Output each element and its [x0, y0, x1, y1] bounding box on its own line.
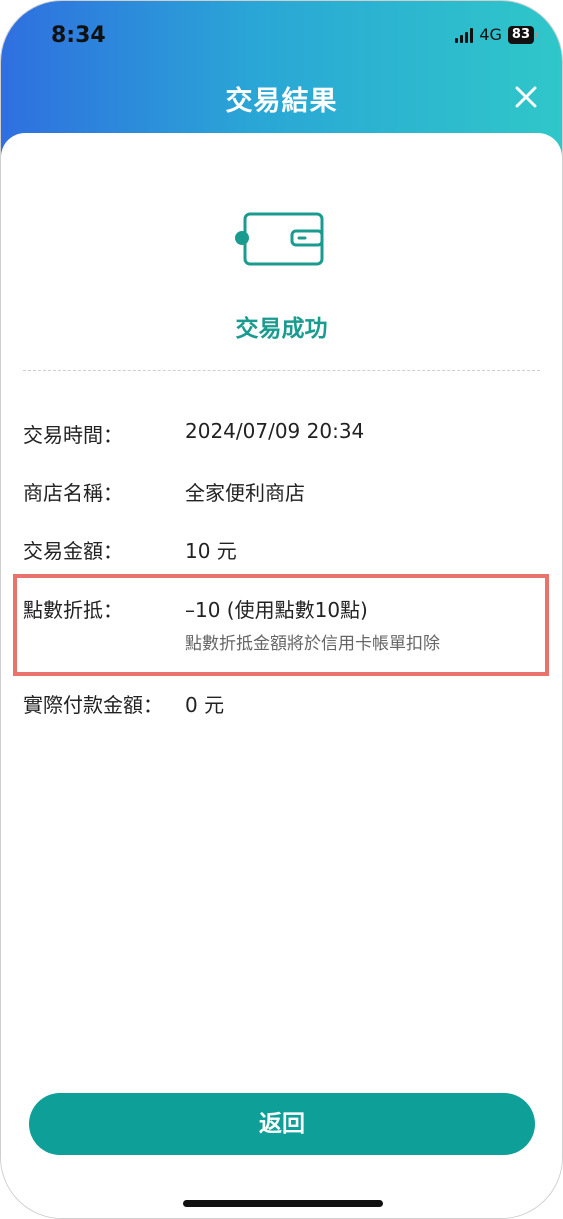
status-indicators: 4G 83 [455, 25, 539, 44]
wallet-icon [235, 212, 324, 266]
battery-icon: 83 [507, 25, 539, 44]
close-icon[interactable] [512, 83, 540, 111]
points-note: 點數折抵金額將於信用卡帳單扣除 [185, 634, 440, 654]
detail-label: 商店名稱： [23, 481, 123, 505]
detail-value: 10 元 [185, 539, 237, 563]
signal-icon [455, 27, 474, 43]
detail-value: 全家便利商店 [185, 481, 305, 505]
network-type: 4G [479, 25, 502, 44]
phone-screen: 8:34 4G 83 交易結果 交易成功 交易時間： 2024/07/09 20… [0, 0, 563, 1219]
detail-value: –10 (使用點數10點) [185, 598, 368, 622]
status-time: 8:34 [51, 23, 106, 48]
points-highlight-box [13, 574, 549, 676]
detail-label: 實際付款金額： [23, 693, 163, 717]
detail-value: 2024/07/09 20:34 [185, 419, 365, 443]
divider [23, 370, 540, 371]
detail-label: 交易時間： [23, 423, 123, 447]
success-status: 交易成功 [235, 316, 328, 342]
detail-label: 交易金額： [23, 539, 123, 563]
detail-label: 點數折抵： [23, 598, 123, 622]
detail-value: 0 元 [185, 693, 225, 717]
home-indicator[interactable] [183, 1200, 383, 1207]
page-title: 交易結果 [225, 86, 338, 117]
return-button[interactable]: 返回 [29, 1093, 535, 1155]
